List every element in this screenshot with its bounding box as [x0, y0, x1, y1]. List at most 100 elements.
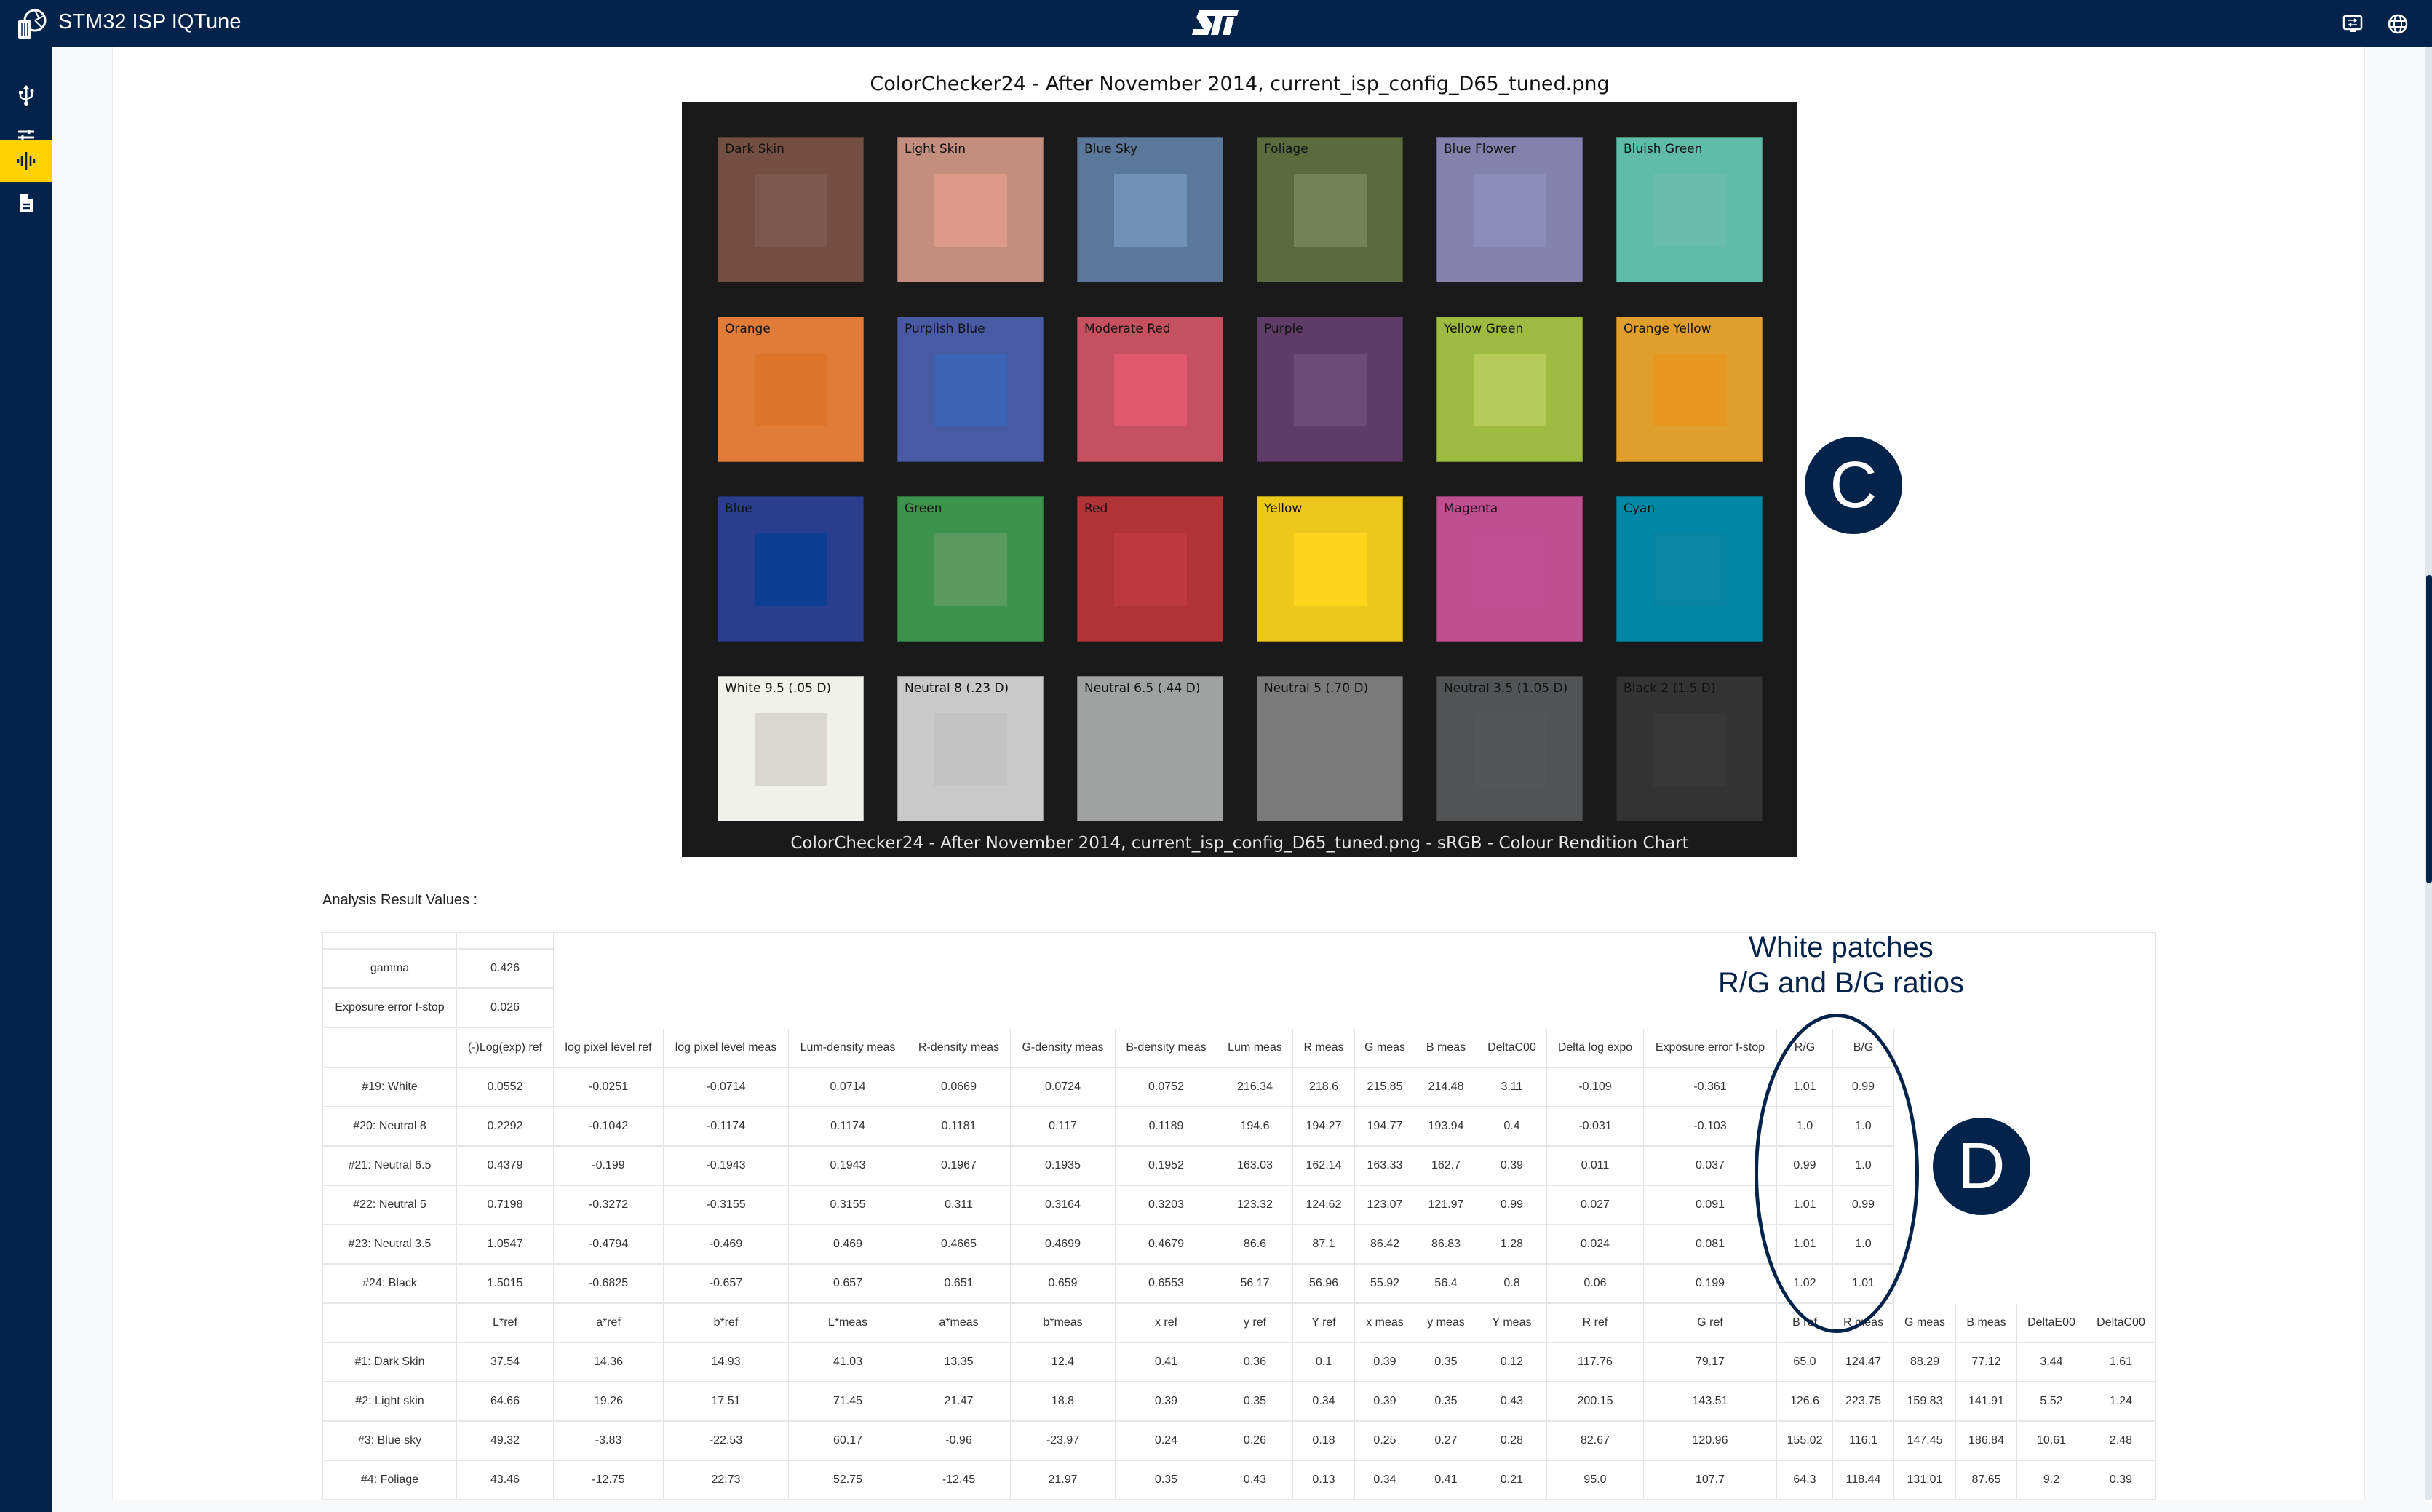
table-cell: -0.109 — [1547, 1068, 1644, 1107]
table-cell: 123.07 — [1355, 1186, 1415, 1225]
patch-label: Orange Yellow — [1624, 322, 1712, 336]
patch-label: Yellow — [1264, 501, 1303, 516]
table-cell: 0.34 — [1293, 1382, 1355, 1422]
table-cell: 0.091 — [1644, 1186, 1777, 1225]
table-cell: 56.17 — [1217, 1265, 1293, 1304]
table-cell: 0.117 — [1011, 1107, 1116, 1147]
patch-label: Purple — [1264, 322, 1303, 336]
table-cell: 0.99 — [1777, 1147, 1833, 1186]
table-cell: 0.1935 — [1011, 1147, 1116, 1186]
patch-measured-swatch — [1294, 174, 1367, 247]
table-cell: 0.21 — [1477, 1461, 1547, 1500]
table-cell: 0.081 — [1644, 1225, 1777, 1265]
table-cell: 0.13 — [1293, 1461, 1355, 1500]
sidebar-item-usb[interactable] — [0, 74, 52, 116]
table-cell: 216.34 — [1217, 1068, 1293, 1107]
row-label: #24: Black — [322, 1265, 457, 1304]
table-cell: 1.0 — [1833, 1225, 1894, 1265]
document-icon — [20, 194, 33, 212]
table-cell: 0.43 — [1477, 1382, 1547, 1422]
patch-measured-swatch — [755, 533, 827, 606]
color-patch: Bluish Green — [1616, 137, 1763, 282]
table-cell: 82.67 — [1547, 1422, 1644, 1461]
table-cell: 0.99 — [1833, 1186, 1894, 1225]
column-header: a*meas — [907, 1304, 1011, 1343]
table-cell: 19.26 — [554, 1382, 664, 1422]
table-cell: 0.4665 — [907, 1225, 1011, 1265]
patch-measured-swatch — [1114, 713, 1187, 786]
annotation-line-1: White patches — [1749, 931, 1934, 963]
column-header: Y meas — [1477, 1304, 1547, 1343]
table-cell: 22.73 — [664, 1461, 789, 1500]
table-cell: 123.32 — [1217, 1186, 1293, 1225]
column-header: G meas — [1894, 1304, 1956, 1343]
table-cell: 56.96 — [1293, 1265, 1355, 1304]
patch-label: Blue Flower — [1444, 142, 1517, 156]
patch-measured-swatch — [1474, 174, 1546, 247]
table-cell: 0.27 — [1415, 1422, 1477, 1461]
table-cell: 87.1 — [1293, 1225, 1355, 1265]
table-cell: 214.48 — [1415, 1068, 1477, 1107]
table-cell: 0.6553 — [1116, 1265, 1217, 1304]
color-patch: Yellow Green — [1436, 317, 1583, 462]
column-header: Exposure error f-stop — [1644, 1029, 1777, 1068]
globe-icon[interactable] — [2387, 13, 2409, 35]
table-cell: 0.659 — [1011, 1265, 1116, 1304]
table-cell: 5.52 — [2017, 1382, 2086, 1422]
column-header: b*ref — [664, 1304, 789, 1343]
color-patch: White 9.5 (.05 D) — [718, 676, 864, 821]
color-patch: Cyan — [1616, 496, 1763, 642]
table-cell: 1.0 — [1777, 1107, 1833, 1147]
terminal-icon[interactable] — [2342, 13, 2364, 35]
sidebar-item-document[interactable] — [0, 182, 52, 224]
table-cell: 0.28 — [1477, 1422, 1547, 1461]
table-cell: 124.62 — [1293, 1186, 1355, 1225]
table-cell: 77.12 — [1956, 1343, 2017, 1382]
patch-measured-swatch — [934, 713, 1007, 786]
column-header: L*meas — [789, 1304, 907, 1343]
patch-measured-swatch — [1114, 354, 1187, 426]
table-cell: 194.77 — [1355, 1107, 1415, 1147]
row-label: #4: Foliage — [322, 1461, 457, 1500]
sidebar-item-analysis[interactable] — [0, 140, 52, 182]
patch-measured-swatch — [1653, 533, 1726, 606]
table-cell: 52.75 — [789, 1461, 907, 1500]
scrollbar-thumb[interactable] — [2426, 575, 2432, 883]
patch-measured-swatch — [1474, 533, 1546, 606]
table-cell: 162.7 — [1415, 1147, 1477, 1186]
annotation-line-2: R/G and B/G ratios — [1718, 967, 1964, 999]
table-cell: 0.43 — [1217, 1461, 1293, 1500]
table-cell: -0.103 — [1644, 1107, 1777, 1147]
column-header — [322, 1029, 457, 1068]
table-cell: 0.1174 — [789, 1107, 907, 1147]
color-patch: Purplish Blue — [897, 317, 1044, 462]
table-cell: 0.4379 — [457, 1147, 554, 1186]
table-cell: 0.311 — [907, 1186, 1011, 1225]
table-cell: 13.35 — [907, 1343, 1011, 1382]
column-header: Lum meas — [1217, 1029, 1293, 1068]
patch-measured-swatch — [1294, 354, 1367, 426]
patch-measured-swatch — [1653, 354, 1726, 426]
marker-d: D — [1933, 1118, 2030, 1215]
table-cell: -12.75 — [554, 1461, 664, 1500]
table-cell: 143.51 — [1644, 1382, 1777, 1422]
table-cell: -0.1943 — [664, 1147, 789, 1186]
table-cell: 3.11 — [1477, 1068, 1547, 1107]
patch-measured-swatch — [1474, 713, 1546, 786]
table-cell: -12.45 — [907, 1461, 1011, 1500]
marker-c: C — [1805, 437, 1902, 534]
color-patch: Neutral 5 (.70 D) — [1257, 676, 1403, 821]
table-cell: 0.0724 — [1011, 1068, 1116, 1107]
color-patch: Light Skin — [897, 137, 1044, 282]
table-cell: 194.6 — [1217, 1107, 1293, 1147]
patch-label: Magenta — [1444, 501, 1498, 516]
table-cell: 186.84 — [1956, 1422, 2017, 1461]
waveform-icon — [17, 152, 36, 170]
column-header: Lum-density meas — [789, 1029, 907, 1068]
table-cell: 0.4699 — [1011, 1225, 1116, 1265]
patch-label: Blue — [725, 501, 752, 516]
table-cell: 194.27 — [1293, 1107, 1355, 1147]
row-label: #23: Neutral 3.5 — [322, 1225, 457, 1265]
table-cell: 41.03 — [789, 1343, 907, 1382]
table-cell — [457, 932, 554, 950]
